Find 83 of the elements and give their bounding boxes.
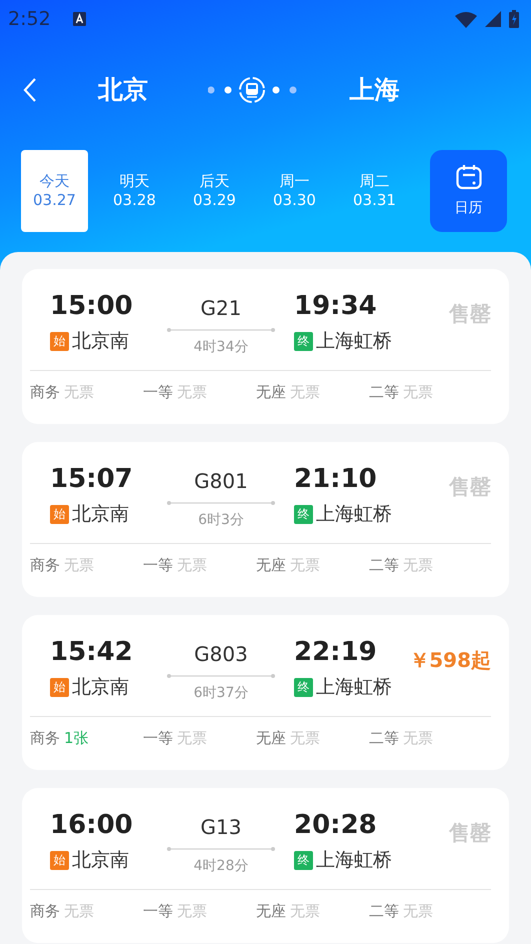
terminal-tag: 终 bbox=[294, 332, 313, 351]
station-name: 上海虹桥 bbox=[316, 848, 392, 873]
seat-availability: 无票 bbox=[290, 901, 320, 922]
seat-availability: 无票 bbox=[64, 555, 94, 576]
seat-availability: 无票 bbox=[403, 901, 433, 922]
seat-class: 二等 bbox=[369, 382, 399, 403]
station-name: 上海虹桥 bbox=[316, 675, 392, 700]
terminal-tag: 终 bbox=[294, 504, 313, 524]
seat-class: 一等 bbox=[143, 555, 173, 576]
departure-city[interactable]: 北京 bbox=[98, 75, 148, 104]
duration: 4时34分 bbox=[194, 338, 248, 357]
arrival-time: 21:10 bbox=[294, 466, 378, 492]
seat-availability: 无票 bbox=[64, 382, 94, 403]
signal-icon bbox=[485, 11, 501, 27]
seat-availability: 无票 bbox=[403, 382, 433, 403]
seat-class: 二等 bbox=[369, 901, 399, 922]
seat-class: 一等 bbox=[143, 901, 173, 922]
seat-class: 商务 bbox=[30, 382, 60, 403]
seat-availability: 1张 bbox=[64, 728, 89, 749]
departure-time: 15:00 bbox=[50, 293, 134, 319]
keyboard-icon bbox=[72, 12, 86, 26]
train-number: G803 bbox=[194, 641, 248, 668]
seat-class: 无座 bbox=[256, 382, 286, 403]
terminal-tag: 终 bbox=[294, 850, 313, 870]
station-name: 北京南 bbox=[72, 502, 129, 527]
date-tab[interactable]: 周一 03.30 bbox=[261, 150, 328, 232]
station-name: 北京南 bbox=[72, 675, 129, 700]
station-name: 上海虹桥 bbox=[316, 329, 392, 354]
station-name: 上海虹桥 bbox=[316, 502, 392, 527]
calendar-icon bbox=[456, 164, 482, 190]
price-label: ￥598起 bbox=[409, 648, 491, 672]
seat-class: 商务 bbox=[30, 555, 60, 576]
seat-availability: 无票 bbox=[290, 382, 320, 403]
seat-availability: 无票 bbox=[290, 728, 320, 749]
wifi-icon bbox=[455, 10, 477, 28]
train-number: G21 bbox=[200, 295, 242, 322]
seat-class: 二等 bbox=[369, 555, 399, 576]
date-tab[interactable]: 明天 03.28 bbox=[101, 150, 168, 232]
terminal-tag: 终 bbox=[294, 678, 313, 697]
arrival-time: 19:34 bbox=[294, 293, 378, 319]
seat-availability: 无票 bbox=[403, 728, 433, 749]
train-number: G13 bbox=[200, 814, 242, 841]
date-tab[interactable]: 后天 03.29 bbox=[181, 150, 248, 232]
origin-tag: 始 bbox=[50, 332, 69, 351]
seat-class: 无座 bbox=[256, 555, 286, 576]
departure-time: 15:42 bbox=[50, 639, 134, 665]
arrival-time: 22:19 bbox=[294, 639, 378, 665]
origin-tag: 始 bbox=[50, 504, 69, 524]
seat-availability: 无票 bbox=[177, 901, 207, 922]
origin-tag: 始 bbox=[50, 678, 69, 697]
arrival-time: 20:28 bbox=[294, 812, 378, 838]
arrival-city[interactable]: 上海 bbox=[350, 75, 400, 104]
seat-class: 商务 bbox=[30, 901, 60, 922]
seat-availability: 无票 bbox=[290, 555, 320, 576]
seat-class: 二等 bbox=[369, 728, 399, 749]
battery-icon bbox=[509, 10, 519, 28]
seat-availability: 无票 bbox=[403, 555, 433, 576]
calendar-button[interactable]: 日历 bbox=[430, 150, 507, 232]
origin-tag: 始 bbox=[50, 850, 69, 870]
departure-time: 15:07 bbox=[50, 466, 134, 492]
station-name: 北京南 bbox=[72, 329, 129, 354]
station-name: 北京南 bbox=[72, 848, 129, 873]
seat-availability: 无票 bbox=[177, 555, 207, 576]
back-icon bbox=[22, 77, 38, 103]
departure-time: 16:00 bbox=[50, 812, 134, 838]
duration: 6时37分 bbox=[194, 684, 248, 703]
seat-availability: 无票 bbox=[177, 728, 207, 749]
seat-class: 一等 bbox=[143, 382, 173, 403]
seat-class: 无座 bbox=[256, 901, 286, 922]
seat-availability: 无票 bbox=[64, 901, 94, 922]
seat-class: 一等 bbox=[143, 728, 173, 749]
seat-class: 无座 bbox=[256, 728, 286, 749]
seat-availability: 无票 bbox=[177, 382, 207, 403]
seat-class: 商务 bbox=[30, 728, 60, 749]
duration: 4时28分 bbox=[194, 857, 248, 876]
date-tab[interactable]: 今天 03.27 bbox=[21, 150, 88, 232]
status-time: 2:52 bbox=[8, 6, 51, 32]
duration: 6时3分 bbox=[198, 511, 244, 530]
train-card[interactable]: 15:42 始 北京南 G803 6时37分 22:19 终 上海虹桥 ￥598起 商务 1张 一等 无票 无座 无票 二等 无票 bbox=[22, 615, 509, 770]
train-number: G801 bbox=[194, 468, 248, 495]
swap-train-icon[interactable] bbox=[208, 75, 297, 105]
date-tab[interactable]: 周二 03.31 bbox=[341, 150, 408, 232]
back-button[interactable] bbox=[22, 77, 38, 103]
